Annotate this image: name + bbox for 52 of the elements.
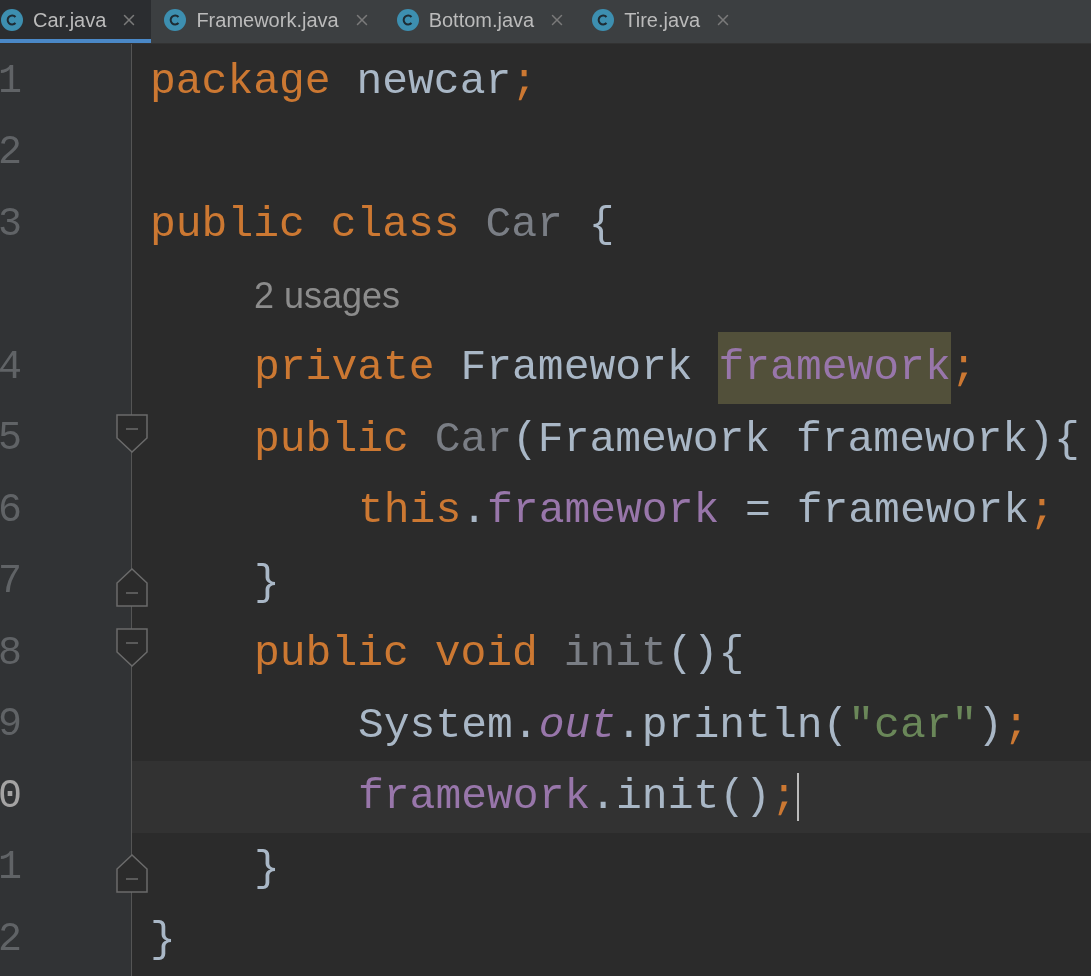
code-token: package <box>150 56 331 108</box>
code-token: ; <box>950 342 977 394</box>
code-token: } <box>254 556 280 609</box>
code-token: Framework <box>460 342 694 394</box>
code-token: framework <box>487 485 720 537</box>
code-token: } <box>254 842 280 895</box>
tab-label: Framework.java <box>196 7 339 33</box>
code-token: ; <box>1028 485 1055 537</box>
fold-icon[interactable] <box>116 566 148 607</box>
code-token: Car <box>485 199 563 251</box>
code-token: System. <box>358 699 539 752</box>
code-token: (Framework framework){ <box>512 413 1080 466</box>
tab-label: Tire.java <box>624 7 701 33</box>
code-token: ; <box>770 771 797 823</box>
editor-tab[interactable]: Tire.java <box>579 0 746 43</box>
code-token: { <box>587 199 615 251</box>
class-icon <box>592 8 615 31</box>
fold-icon[interactable] <box>116 852 148 893</box>
code-token: init <box>563 628 667 680</box>
code-token: .println( <box>616 699 849 752</box>
code-token: out <box>538 699 617 752</box>
highlighted-code-token: framework <box>718 332 951 404</box>
code-token: Car <box>434 413 513 466</box>
code-token: private <box>254 342 436 394</box>
fold-icon[interactable] <box>116 413 148 454</box>
code-token: ) <box>977 699 1004 752</box>
code-token: ; <box>1003 699 1029 752</box>
class-icon <box>164 8 187 31</box>
code-token: .init() <box>590 771 771 823</box>
code-token: framework <box>358 771 591 823</box>
editor-tab[interactable]: Bottom.java <box>383 0 580 43</box>
code-token: "car" <box>848 699 978 752</box>
tab-label: Car.java <box>33 7 107 33</box>
code-token: public void <box>254 628 539 680</box>
code-token: . <box>461 485 488 537</box>
code-token: = framework <box>744 485 1029 537</box>
class-icon <box>1 8 23 31</box>
code-token: this <box>358 485 462 537</box>
tab-label: Bottom.java <box>428 7 535 33</box>
usages-hint[interactable]: 2 usages <box>254 269 401 324</box>
line-number: 0 <box>0 776 22 817</box>
code-token: } <box>150 914 176 966</box>
code-token: newcar <box>355 56 512 108</box>
editor-tab[interactable]: Framework.java <box>151 0 384 43</box>
code-token: public <box>254 413 410 466</box>
fold-icon[interactable] <box>116 628 148 668</box>
code-token: (){ <box>666 628 745 680</box>
text-caret <box>796 772 799 821</box>
class-icon <box>396 8 419 31</box>
code-token: ; <box>511 56 538 108</box>
editor-tab[interactable]: Car.java <box>0 0 152 43</box>
code-token: public class <box>150 199 461 251</box>
